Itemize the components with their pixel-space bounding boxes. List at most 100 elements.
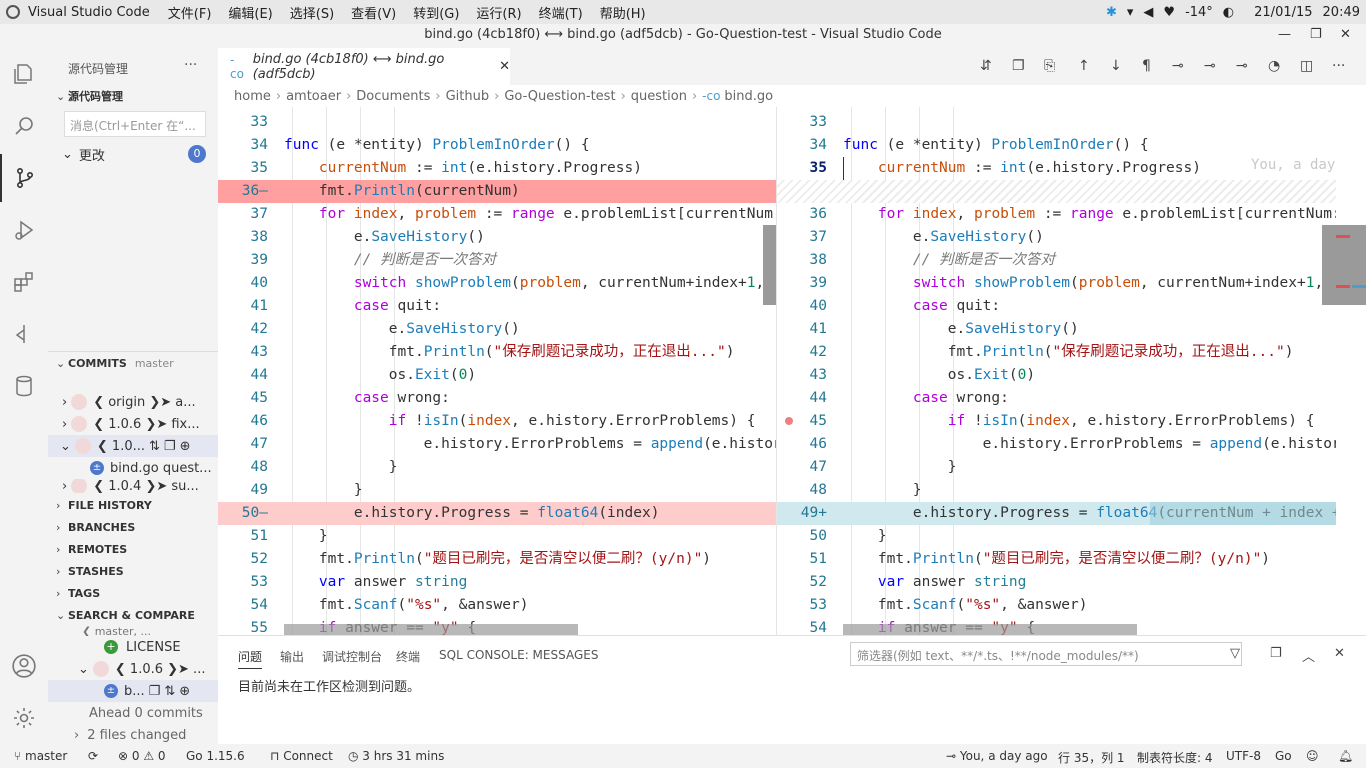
- time-tracked[interactable]: ◷ 3 hrs 31 mins: [348, 749, 444, 763]
- problems-indicator[interactable]: ⊗ 0 ⚠ 0: [118, 749, 166, 763]
- tray-app-icon[interactable]: ✱: [1106, 5, 1117, 20]
- code-line[interactable]: 38 // 判断是否一次答对: [777, 249, 1336, 272]
- commits-section-header[interactable]: ⌄ COMMITS master: [48, 352, 218, 374]
- code-line[interactable]: 48 }: [218, 456, 776, 479]
- compare-item[interactable]: ❮ master, ...: [48, 626, 218, 636]
- menu-view[interactable]: 查看(V): [351, 3, 396, 22]
- tab-problems[interactable]: 问题: [238, 648, 263, 669]
- collapse-all-icon[interactable]: ❐: [1270, 646, 1282, 661]
- source-control-icon[interactable]: [0, 154, 48, 202]
- temperature[interactable]: -14°: [1185, 5, 1213, 20]
- tab-sql-console[interactable]: SQL CONSOLE: MESSAGES: [439, 648, 598, 662]
- code-line[interactable]: 53 var answer string: [218, 571, 776, 594]
- tab-size[interactable]: 制表符长度: 4: [1137, 749, 1213, 766]
- previous-revision-icon[interactable]: ⊸: [1172, 58, 1184, 74]
- explorer-icon[interactable]: [0, 50, 48, 98]
- filter-icon[interactable]: ▽: [1230, 646, 1240, 661]
- database-icon[interactable]: [0, 362, 48, 410]
- search-compare-section[interactable]: ⌄ SEARCH & COMPARE: [48, 604, 218, 626]
- code-line[interactable]: 50— e.history.Progress = float64(index): [218, 502, 776, 525]
- code-line[interactable]: 52 fmt.Println("题目已刷完，是否清空以便二刷？(y/n)"): [218, 548, 776, 571]
- problems-filter-input[interactable]: 筛选器(例如 text、**/*.ts、!**/node_modules/**): [850, 642, 1242, 666]
- account-icon[interactable]: [0, 642, 48, 690]
- code-line[interactable]: 50 }: [777, 525, 1336, 548]
- code-line[interactable]: 44 os.Exit(0): [218, 364, 776, 387]
- compare-icon[interactable]: ⇅: [149, 439, 160, 454]
- git-blame-status[interactable]: ⊸ You, a day ago: [946, 749, 1048, 763]
- globe-icon[interactable]: ⊕: [180, 439, 191, 454]
- diff-editor-original[interactable]: 33 34 func (e *entity) ProblemInOrder() {3…: [218, 107, 776, 635]
- tab-debug-console[interactable]: 调试控制台: [322, 648, 382, 665]
- files-changed[interactable]: › 2 files changed: [48, 724, 218, 744]
- tab-bind-go-diff[interactable]: -co bind.go (4cb18f0) ⟷ bind.go (adf5dcb…: [218, 48, 510, 85]
- code-line[interactable]: 35 currentNum := int(e.history.Progress): [218, 157, 776, 180]
- compare-file-selected[interactable]: ± b... ❐ ⇅ ⊕: [48, 680, 218, 702]
- app-name[interactable]: Visual Studio Code: [28, 5, 150, 20]
- breadcrumb-item[interactable]: bind.go: [724, 89, 773, 104]
- remotes-section[interactable]: › REMOTES: [48, 538, 218, 560]
- breadcrumb-item[interactable]: question: [631, 89, 687, 104]
- menu-terminal[interactable]: 终端(T): [539, 3, 583, 22]
- code-line[interactable]: 48 }: [777, 479, 1336, 502]
- arrow-down-icon[interactable]: ↓: [1110, 58, 1122, 74]
- code-line[interactable]: 51 fmt.Println("题目已刷完，是否清空以便二刷？(y/n)"): [777, 548, 1336, 571]
- commit-file-item[interactable]: ± bind.go quest...: [48, 457, 218, 479]
- branch-indicator[interactable]: ⑂ master: [14, 749, 67, 763]
- more-actions-icon[interactable]: ···: [184, 57, 197, 73]
- code-line[interactable]: 52 var answer string: [777, 571, 1336, 594]
- code-line[interactable]: 38 e.SaveHistory(): [218, 226, 776, 249]
- sync-icon[interactable]: ⟳: [88, 749, 98, 763]
- code-line[interactable]: 36— fmt.Println(currentNum): [218, 180, 776, 203]
- code-line[interactable]: 54 fmt.Scanf("%s", &answer): [218, 594, 776, 617]
- code-line[interactable]: 37 for index, problem := range e.problem…: [218, 203, 776, 226]
- code-line[interactable]: [777, 180, 1336, 203]
- clock[interactable]: 20:49: [1323, 5, 1360, 20]
- tags-section[interactable]: › TAGS: [48, 582, 218, 604]
- code-line[interactable]: 36 for index, problem := range e.problem…: [777, 203, 1336, 226]
- code-line[interactable]: 41 e.SaveHistory(): [777, 318, 1336, 341]
- language-mode[interactable]: Go: [1275, 749, 1292, 763]
- breadcrumb-item[interactable]: home: [234, 89, 271, 104]
- settings-gear-icon[interactable]: [0, 694, 48, 742]
- connect-button[interactable]: ⊓ Connect: [270, 749, 333, 763]
- breadcrumb-item[interactable]: Github: [446, 89, 490, 104]
- horizontal-scrollbar-thumb[interactable]: [843, 624, 1137, 635]
- menu-selection[interactable]: 选择(S): [290, 3, 334, 22]
- code-line[interactable]: 37 e.SaveHistory(): [777, 226, 1336, 249]
- code-line[interactable]: 34 func (e *entity) ProblemInOrder() {: [218, 134, 776, 157]
- code-line[interactable]: 47 e.history.ErrorProblems = append(e.hi…: [218, 433, 776, 456]
- commit-item[interactable]: › ❮ 1.0.4 ❯➤ su...: [48, 479, 218, 493]
- code-line[interactable]: 46 e.history.ErrorProblems = append(e.hi…: [777, 433, 1336, 456]
- changes-group[interactable]: ⌄ 更改 0: [48, 143, 218, 165]
- breadcrumb-item[interactable]: Go-Question-test: [504, 89, 615, 104]
- menu-help[interactable]: 帮助(H): [600, 3, 646, 22]
- feedback-icon[interactable]: ☺: [1306, 749, 1319, 763]
- code-line[interactable]: 41 case quit:: [218, 295, 776, 318]
- menu-file[interactable]: 文件(F): [168, 3, 212, 22]
- volume-icon[interactable]: ▾: [1127, 5, 1134, 20]
- code-line[interactable]: 49 }: [218, 479, 776, 502]
- open-file-icon[interactable]: ❐: [1012, 58, 1025, 74]
- code-line[interactable]: 45 if !isIn(index, e.history.ErrorProble…: [777, 410, 1336, 433]
- globe-icon[interactable]: ⊕: [179, 684, 190, 699]
- tab-close-icon[interactable]: ✕: [499, 59, 510, 74]
- diff-editor-modified[interactable]: 33 34 func (e *entity) ProblemInOrder() {3…: [777, 107, 1336, 635]
- wifi-icon[interactable]: ♥: [1163, 5, 1175, 20]
- go-version[interactable]: Go 1.15.6: [186, 749, 245, 763]
- code-line[interactable]: 39 switch showProblem(problem, currentNu…: [777, 272, 1336, 295]
- close-panel-icon[interactable]: ✕: [1334, 646, 1345, 661]
- compare-file-license[interactable]: + LICENSE: [48, 636, 218, 658]
- menu-go[interactable]: 转到(G): [413, 3, 459, 22]
- inline-blame[interactable]: You, a day: [1251, 157, 1335, 173]
- maximize-panel-icon[interactable]: ︿: [1302, 646, 1315, 665]
- code-line[interactable]: 42 e.SaveHistory(): [218, 318, 776, 341]
- open-file-head-icon[interactable]: ⎘: [1044, 58, 1055, 74]
- breadcrumb-item[interactable]: amtoaer: [286, 89, 341, 104]
- ahead-commits[interactable]: Ahead 0 commits: [48, 702, 218, 724]
- cursor-position[interactable]: 行 35，列 1: [1058, 749, 1125, 766]
- compare-icon[interactable]: ⇅: [164, 684, 175, 699]
- horizontal-scrollbar-thumb[interactable]: [284, 624, 578, 635]
- code-line[interactable]: 39 // 判断是否一次答对: [218, 249, 776, 272]
- next-revision-icon[interactable]: ⊸: [1236, 58, 1248, 74]
- code-line[interactable]: 44 case wrong:: [777, 387, 1336, 410]
